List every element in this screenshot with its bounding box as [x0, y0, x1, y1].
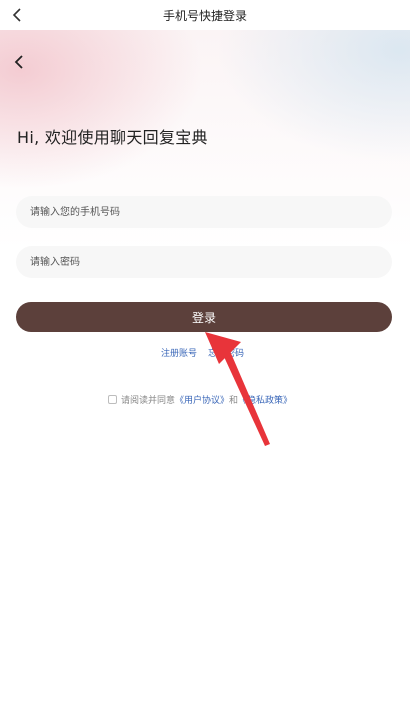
forgot-password-link[interactable]: 忘记密码	[208, 346, 244, 359]
agreement-row: 请阅读并同意 《用户协议》 和 《隐私政策》	[108, 393, 292, 406]
password-input[interactable]	[16, 246, 392, 278]
login-button[interactable]: 登录	[16, 302, 392, 332]
agreement-prefix: 请阅读并同意	[121, 395, 176, 406]
top-bar: 手机号快捷登录	[0, 0, 410, 30]
privacy-policy-link[interactable]: 《隐私政策》	[238, 393, 292, 406]
agreement-and: 和	[229, 395, 239, 406]
user-agreement-link[interactable]: 《用户协议》	[175, 393, 229, 406]
phone-input[interactable]	[16, 196, 392, 228]
welcome-heading: Hi, 欢迎使用聊天回复宝典	[17, 128, 208, 147]
page-title: 手机号快捷登录	[162, 9, 247, 23]
agreement-checkbox[interactable]	[108, 394, 117, 404]
register-link[interactable]: 注册账号	[161, 346, 197, 359]
back-button-secondary[interactable]	[10, 52, 30, 72]
chevron-left-icon	[14, 55, 23, 69]
